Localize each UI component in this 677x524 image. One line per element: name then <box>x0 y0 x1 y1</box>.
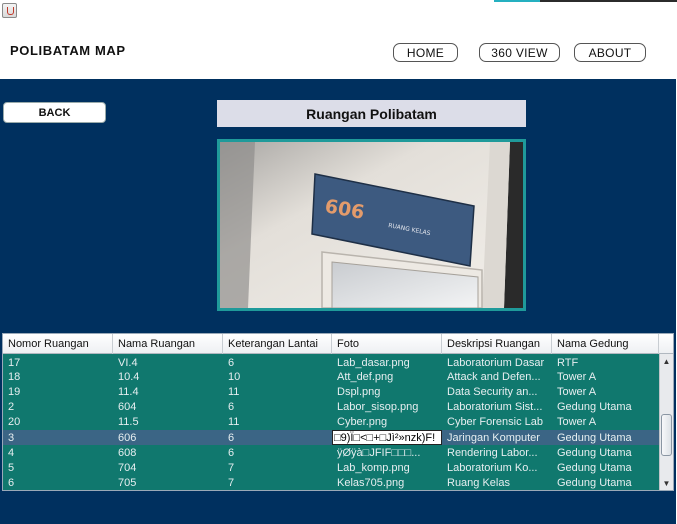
cell-nama-gedung[interactable]: Gedung Utama <box>552 430 659 445</box>
cell-foto[interactable]: Cyber.png <box>332 415 442 430</box>
cell-nama-gedung[interactable]: Tower A <box>552 384 659 399</box>
cell-nomor-ruangan[interactable]: 5 <box>3 460 113 475</box>
column-header-foto[interactable]: Foto <box>332 334 442 354</box>
cell-nama-gedung[interactable]: Gedung Utama <box>552 445 659 460</box>
cell-nama-ruangan[interactable]: 608 <box>113 445 223 460</box>
cell-nama-ruangan[interactable]: 705 <box>113 476 223 491</box>
cell-nomor-ruangan[interactable]: 6 <box>3 476 113 491</box>
scroll-up-arrow-icon[interactable]: ▲ <box>660 354 673 368</box>
table-body: 17 VI.4 6 Lab_dasar.png Laboratorium Das… <box>3 354 659 490</box>
cell-nomor-ruangan[interactable]: 17 <box>3 354 113 369</box>
table-header-corner <box>659 334 673 354</box>
360-view-button[interactable]: 360 VIEW <box>479 43 560 62</box>
cell-deskripsi-ruangan[interactable]: Laboratorium Sist... <box>442 400 552 415</box>
cell-nomor-ruangan[interactable]: 3 <box>3 430 113 445</box>
cell-deskripsi-ruangan[interactable]: Rendering Labor... <box>442 445 552 460</box>
cell-nama-ruangan[interactable]: 11.4 <box>113 384 223 399</box>
table-row[interactable]: 5 704 7 Lab_komp.png Laboratorium Ko... … <box>3 460 659 475</box>
cell-foto[interactable]: Kelas705.png <box>332 476 442 491</box>
cell-keterangan-lantai[interactable]: 7 <box>223 476 332 491</box>
brand-title: POLIBATAM MAP <box>10 43 126 58</box>
page-title: Ruangan Polibatam <box>217 100 526 127</box>
cell-deskripsi-ruangan[interactable]: Cyber Forensic Lab <box>442 415 552 430</box>
cell-nama-gedung[interactable]: Gedung Utama <box>552 460 659 475</box>
table-row[interactable]: 19 11.4 11 Dspl.png Data Security an... … <box>3 384 659 399</box>
table-header: Nomor Ruangan Nama Ruangan Keterangan La… <box>3 334 659 354</box>
cell-foto[interactable]: Att_def.png <box>332 369 442 384</box>
java-cup-icon <box>2 3 17 18</box>
window-edge-accent <box>494 0 540 2</box>
column-header-deskripsi-ruangan[interactable]: Deskripsi Ruangan <box>442 334 552 354</box>
cell-nama-ruangan[interactable]: 606 <box>113 430 223 445</box>
app-window: POLIBATAM MAP HOME 360 VIEW ABOUT BACK R… <box>0 0 677 524</box>
table-scrollbar[interactable]: ▲ ▼ <box>659 354 673 490</box>
column-header-nama-gedung[interactable]: Nama Gedung <box>552 334 659 354</box>
cell-deskripsi-ruangan[interactable]: Laboratorium Ko... <box>442 460 552 475</box>
cell-keterangan-lantai[interactable]: 10 <box>223 369 332 384</box>
scroll-down-arrow-icon[interactable]: ▼ <box>660 476 673 490</box>
cell-foto[interactable]: ÿØÿà□JFIF□□□... <box>332 445 442 460</box>
home-button[interactable]: HOME <box>393 43 458 62</box>
cell-nomor-ruangan[interactable]: 19 <box>3 384 113 399</box>
cell-foto[interactable]: Lab_dasar.png <box>332 354 442 369</box>
table-row[interactable]: 2 604 6 Labor_sisop.png Laboratorium Sis… <box>3 400 659 415</box>
cell-keterangan-lantai[interactable]: 6 <box>223 445 332 460</box>
cell-nama-gedung[interactable]: Tower A <box>552 415 659 430</box>
cell-deskripsi-ruangan[interactable]: Ruang Kelas <box>442 476 552 491</box>
cell-keterangan-lantai[interactable]: 11 <box>223 415 332 430</box>
back-button[interactable]: BACK <box>3 102 106 123</box>
column-header-nama-ruangan[interactable]: Nama Ruangan <box>113 334 223 354</box>
table-row[interactable]: 4 608 6 ÿØÿà□JFIF□□□... Rendering Labor.… <box>3 445 659 460</box>
cell-nama-ruangan[interactable]: 10.4 <box>113 369 223 384</box>
table-row[interactable]: 6 705 7 Kelas705.png Ruang Kelas Gedung … <box>3 476 659 491</box>
cell-foto[interactable]: Lab_komp.png <box>332 460 442 475</box>
cell-keterangan-lantai[interactable]: 6 <box>223 354 332 369</box>
cell-nama-ruangan[interactable]: 704 <box>113 460 223 475</box>
cell-nomor-ruangan[interactable]: 20 <box>3 415 113 430</box>
cell-keterangan-lantai[interactable]: 6 <box>223 400 332 415</box>
cell-nama-ruangan[interactable]: 604 <box>113 400 223 415</box>
window-edge-line <box>540 0 677 2</box>
room-photo-image: 606 RUANG KELAS <box>220 142 523 308</box>
cell-nama-ruangan[interactable]: VI.4 <box>113 354 223 369</box>
window-title-bar <box>0 0 677 22</box>
cell-nama-ruangan[interactable]: 11.5 <box>113 415 223 430</box>
cell-keterangan-lantai[interactable]: 6 <box>223 430 332 445</box>
cell-deskripsi-ruangan[interactable]: Laboratorium Dasar <box>442 354 552 369</box>
room-photo: 606 RUANG KELAS <box>217 139 526 311</box>
header-bar: POLIBATAM MAP HOME 360 VIEW ABOUT <box>0 22 677 79</box>
cell-foto[interactable]: Labor_sisop.png <box>332 400 442 415</box>
main-panel: BACK Ruangan Polibatam 606 RUANG KELAS N… <box>0 79 677 524</box>
cell-deskripsi-ruangan[interactable]: Attack and Defen... <box>442 369 552 384</box>
cell-nomor-ruangan[interactable]: 18 <box>3 369 113 384</box>
cell-nomor-ruangan[interactable]: 2 <box>3 400 113 415</box>
column-header-keterangan-lantai[interactable]: Keterangan Lantai <box>223 334 332 354</box>
table-row-selected[interactable]: 3 606 6 □9)Ï□<□+□Jì²»nzk)F! Jaringan Kom… <box>3 429 659 446</box>
cell-nama-gedung[interactable]: Gedung Utama <box>552 400 659 415</box>
cell-nama-gedung[interactable]: Gedung Utama <box>552 476 659 491</box>
table-row[interactable]: 18 10.4 10 Att_def.png Attack and Defen.… <box>3 369 659 384</box>
cell-nama-gedung[interactable]: Tower A <box>552 369 659 384</box>
table-row[interactable]: 20 11.5 11 Cyber.png Cyber Forensic Lab … <box>3 415 659 430</box>
rooms-table: Nomor Ruangan Nama Ruangan Keterangan La… <box>2 333 674 491</box>
cell-deskripsi-ruangan[interactable]: Data Security an... <box>442 384 552 399</box>
table-row[interactable]: 17 VI.4 6 Lab_dasar.png Laboratorium Das… <box>3 354 659 369</box>
cell-nomor-ruangan[interactable]: 4 <box>3 445 113 460</box>
cell-foto[interactable]: Dspl.png <box>332 384 442 399</box>
cell-nama-gedung[interactable]: RTF <box>552 354 659 369</box>
cell-deskripsi-ruangan[interactable]: Jaringan Komputer <box>442 430 552 445</box>
about-button[interactable]: ABOUT <box>574 43 646 62</box>
column-header-nomor-ruangan[interactable]: Nomor Ruangan <box>3 334 113 354</box>
cell-foto-editor[interactable]: □9)Ï□<□+□Jì²»nzk)F! <box>332 429 442 446</box>
scrollbar-thumb[interactable] <box>661 414 672 456</box>
cell-keterangan-lantai[interactable]: 11 <box>223 384 332 399</box>
cell-keterangan-lantai[interactable]: 7 <box>223 460 332 475</box>
